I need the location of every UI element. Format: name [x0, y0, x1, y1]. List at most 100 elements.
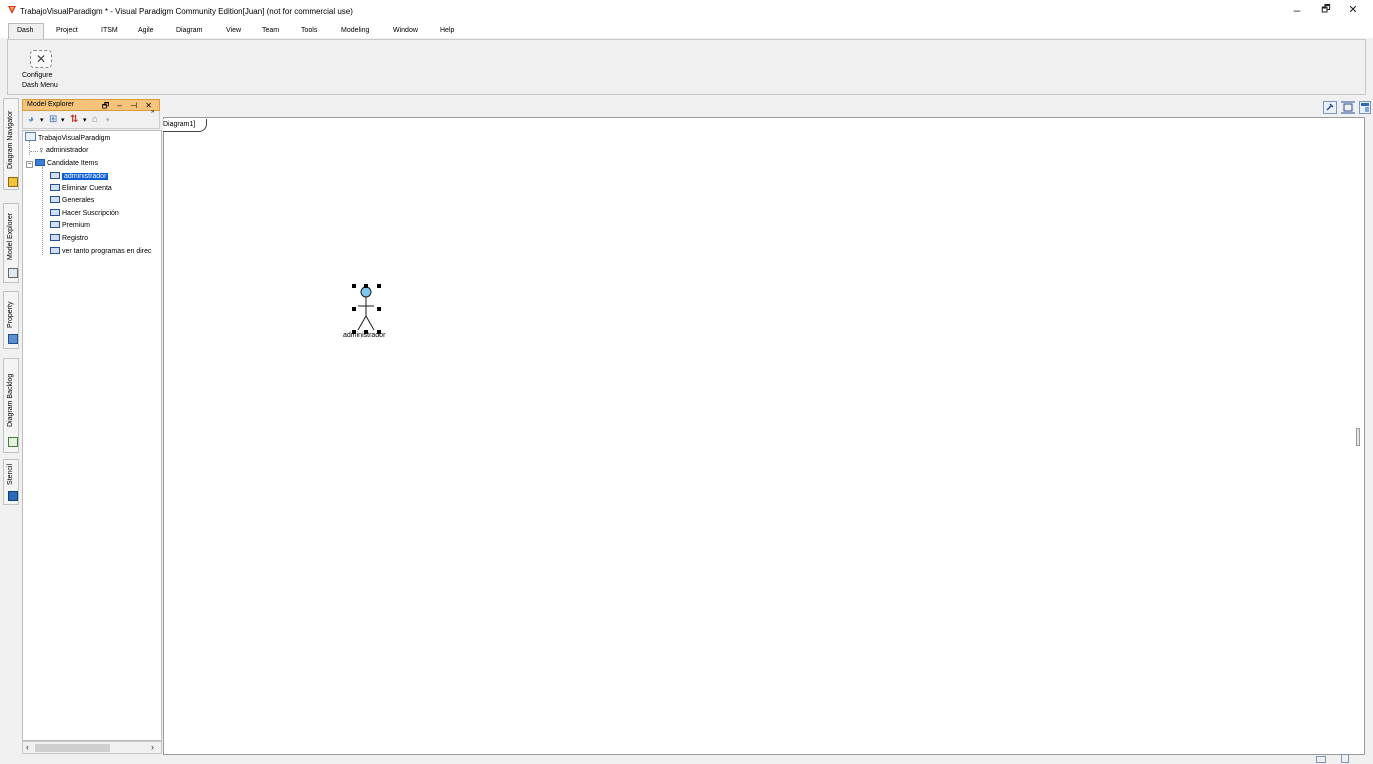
- tab-model-explorer[interactable]: Model Explorer: [3, 203, 19, 283]
- configure-dash-menu-icon[interactable]: ✕: [30, 50, 52, 68]
- tree-item-child[interactable]: ver tanto programas en direc: [50, 246, 152, 258]
- minimize-button[interactable]: –: [1285, 2, 1309, 18]
- selection-handle[interactable]: [352, 284, 356, 288]
- tree-item-child-label: Registro: [62, 235, 89, 242]
- actor-icon: ♀: [38, 145, 45, 155]
- sort-icon[interactable]: ⇅: [70, 114, 78, 125]
- menu-tools[interactable]: Tools: [301, 27, 317, 34]
- collapse-toggle-icon[interactable]: –: [26, 161, 33, 168]
- folder-icon: [35, 159, 45, 166]
- selection-handle[interactable]: [377, 284, 381, 288]
- candidate-item-icon: [50, 196, 60, 203]
- actor-head: [360, 286, 372, 298]
- selection-handle[interactable]: [364, 284, 368, 288]
- tab-property-label: Property: [7, 301, 14, 328]
- scroll-right-icon[interactable]: ›: [151, 742, 154, 752]
- home-icon[interactable]: ⌂: [92, 114, 98, 125]
- menu-window[interactable]: Window: [393, 27, 418, 34]
- tree-item-child[interactable]: Hacer Suscripción: [50, 208, 119, 220]
- model-explorer-header: Model Explorer 🗗 – ⊣ ✕: [22, 99, 160, 111]
- tree-item-actor-label: administrador: [46, 147, 89, 154]
- tree-item-child[interactable]: Eliminar Cuenta: [50, 183, 112, 195]
- tree-connector: [42, 167, 43, 255]
- diagram-backlog-icon: [8, 437, 18, 447]
- canvas-vertical-scroll-grip[interactable]: [1356, 428, 1360, 446]
- tab-diagram-navigator-label: Diagram Navigator: [7, 110, 14, 169]
- diagram-navigator-icon: [8, 177, 18, 187]
- mail-icon[interactable]: [1316, 756, 1326, 763]
- new-model-dropdown-icon[interactable]: ▾: [40, 116, 44, 124]
- menu-project[interactable]: Project: [56, 27, 78, 34]
- menu-modeling[interactable]: Modeling: [341, 27, 369, 34]
- fit-diagram-icon[interactable]: [1341, 101, 1355, 114]
- tree-item-folder-label: Candidate Items: [47, 160, 98, 167]
- tree-item-child-label: Premium: [62, 222, 91, 229]
- candidate-item-icon: [50, 209, 60, 216]
- maximize-button[interactable]: 🗗: [1314, 2, 1338, 18]
- left-tab-strip: Diagram Navigator Model Explorer Propert…: [0, 97, 20, 764]
- tree-horizontal-scrollbar[interactable]: ‹ ›: [22, 741, 162, 754]
- candidate-item-icon: [50, 234, 60, 241]
- group-icon[interactable]: ⊞: [49, 114, 57, 125]
- tree-item-child-label: Generales: [62, 197, 95, 204]
- pin-toolbar-icon[interactable]: [1323, 101, 1337, 114]
- document-icon[interactable]: [1341, 754, 1349, 763]
- model-explorer-title: Model Explorer: [27, 101, 75, 108]
- menu-bar: [0, 22, 1373, 38]
- tab-stencil-label: Stencil: [7, 463, 14, 485]
- candidate-item-icon: [50, 221, 60, 228]
- tab-model-explorer-label: Model Explorer: [7, 212, 14, 260]
- menu-diagram[interactable]: Diagram: [176, 27, 202, 34]
- ribbon-panel: [7, 39, 1366, 95]
- model-explorer-icon: [8, 268, 18, 278]
- menu-dash[interactable]: Dash: [17, 27, 33, 34]
- tab-diagram-backlog-label: Diagram Backlog: [7, 373, 14, 427]
- actor-left-leg: [357, 315, 367, 331]
- configure-label-line2[interactable]: Dash Menu: [22, 82, 58, 89]
- actor-label[interactable]: administrador: [343, 332, 385, 339]
- candidate-item-icon: [50, 247, 60, 254]
- model-explorer-tree: TrabajoVisualParadigm ♀administrador – Ca…: [22, 130, 162, 741]
- actor-right-leg: [365, 315, 375, 331]
- configure-label-line1[interactable]: Configure: [22, 72, 52, 79]
- scroll-left-icon[interactable]: ‹: [26, 742, 29, 752]
- menu-itsm[interactable]: ITSM: [101, 27, 118, 34]
- tab-property[interactable]: Property: [3, 291, 19, 349]
- candidate-item-icon: [50, 172, 60, 179]
- toolbar-overflow-icon[interactable]: »: [151, 109, 154, 115]
- tree-item-candidate-folder[interactable]: – Candidate Items: [26, 158, 98, 170]
- sort-dropdown-icon[interactable]: ▾: [83, 116, 87, 124]
- tree-item-child[interactable]: administrador: [50, 171, 109, 183]
- scrollbar-thumb[interactable]: [35, 744, 110, 752]
- close-button[interactable]: ✕: [1341, 2, 1365, 18]
- selection-handle[interactable]: [352, 307, 356, 311]
- tree-item-child-label: ver tanto programas en direc: [62, 248, 152, 255]
- tree-item-project-label: TrabajoVisualParadigm: [38, 135, 111, 142]
- layout-panel-icon[interactable]: [1359, 101, 1371, 114]
- model-explorer-toolbar: ◕ ▾ ⊞ ▾ ⇅ ▾ ⌂ ▾ »: [22, 109, 160, 129]
- tab-diagram-navigator[interactable]: Diagram Navigator: [3, 98, 19, 190]
- tree-item-child-label: Eliminar Cuenta: [62, 185, 112, 192]
- tree-item-child-label: administrador: [62, 173, 109, 180]
- tree-item-child[interactable]: Registro: [50, 233, 88, 245]
- menu-help[interactable]: Help: [440, 27, 454, 34]
- tab-stencil[interactable]: Stencil: [3, 459, 19, 505]
- selection-handle[interactable]: [377, 307, 381, 311]
- menu-view[interactable]: View: [226, 27, 241, 34]
- candidate-item-icon: [50, 184, 60, 191]
- tab-diagram-backlog[interactable]: Diagram Backlog: [3, 358, 19, 453]
- menu-agile[interactable]: Agile: [138, 27, 154, 34]
- visual-paradigm-logo-icon: [8, 6, 16, 14]
- tree-item-child[interactable]: Premium: [50, 220, 90, 232]
- diagram-toolbar-area: [163, 97, 1365, 117]
- diagram-canvas[interactable]: [163, 117, 1365, 755]
- property-icon: [8, 334, 18, 344]
- new-model-icon[interactable]: ◕: [28, 114, 34, 125]
- tree-item-project[interactable]: TrabajoVisualParadigm: [25, 132, 110, 144]
- tree-item-actor[interactable]: ♀administrador: [38, 145, 88, 157]
- tree-item-child[interactable]: Generales: [50, 195, 94, 207]
- diagram-frame-label: Diagram1]: [163, 121, 196, 128]
- menu-team[interactable]: Team: [262, 27, 279, 34]
- home-dropdown-icon[interactable]: ▾: [106, 116, 110, 124]
- group-dropdown-icon[interactable]: ▾: [61, 116, 65, 124]
